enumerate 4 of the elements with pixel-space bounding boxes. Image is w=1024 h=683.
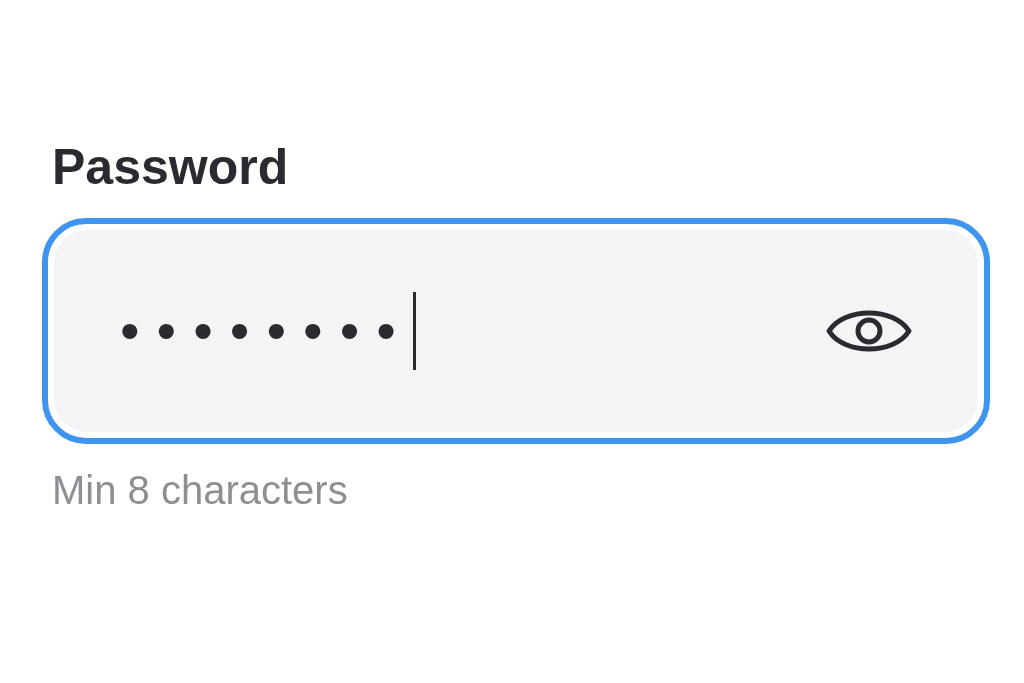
password-field[interactable]: •••••••• [42,218,990,444]
masked-password: •••••••• [120,301,413,361]
field-label: Password [52,138,290,196]
hint-text: Min 8 characters [52,467,349,514]
